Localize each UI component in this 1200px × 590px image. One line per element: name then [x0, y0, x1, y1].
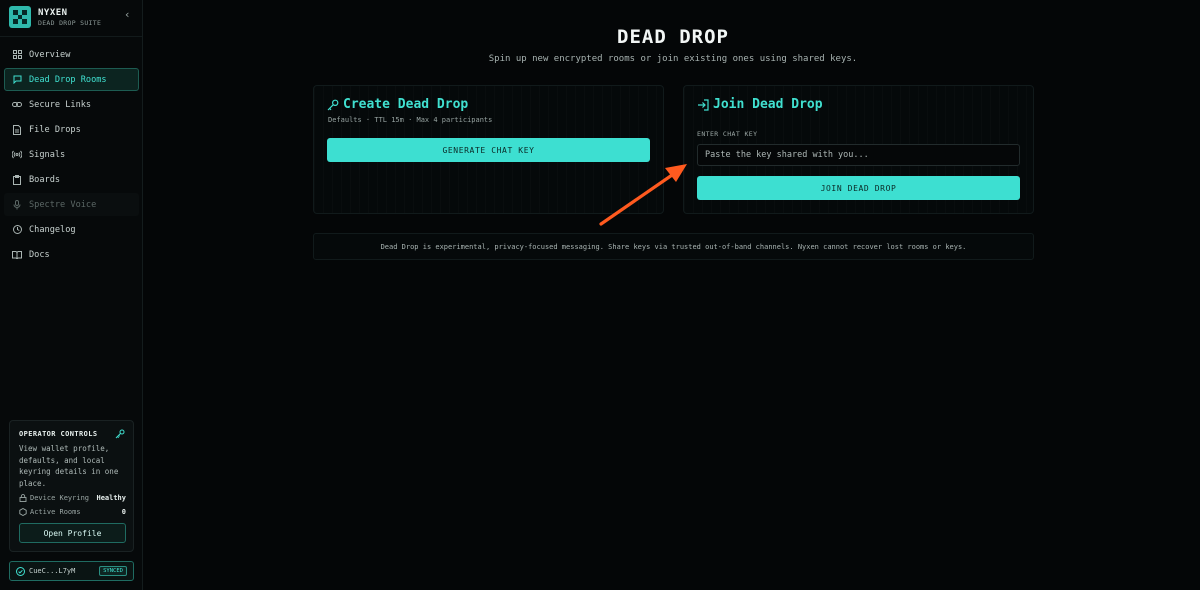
broadcast-icon — [12, 150, 22, 160]
sidebar-item-dead-drop-rooms[interactable]: Dead Drop Rooms — [4, 68, 139, 91]
lock-icon — [19, 494, 27, 502]
create-dead-drop-card: Create Dead Drop Defaults · TTL 15m · Ma… — [313, 85, 664, 214]
sidebar-item-label: File Drops — [29, 124, 81, 135]
file-icon — [12, 124, 22, 135]
chat-key-label: ENTER CHAT KEY — [697, 130, 758, 138]
active-rooms-row: Active Rooms 0 — [19, 508, 126, 516]
hexagon-icon — [19, 508, 27, 516]
join-dead-drop-card: Join Dead Drop ENTER CHAT KEY JOIN DEAD … — [683, 85, 1034, 214]
sidebar-item-file-drops[interactable]: File Drops — [4, 118, 139, 141]
device-keyring-row: Device Keyring Healthy — [19, 494, 126, 502]
wallet-address: CueC...L7yM — [29, 567, 76, 575]
sidebar-item-label: Dead Drop Rooms — [29, 74, 107, 85]
sidebar-item-label: Boards — [29, 174, 61, 185]
mic-icon — [12, 199, 22, 210]
sidebar-item-changelog[interactable]: Changelog — [4, 218, 139, 241]
join-card-header: Join Dead Drop — [697, 97, 823, 112]
clock-icon — [12, 225, 22, 235]
sidebar: NYXEN DEAD DROP SUITE ‹ Overview Dead Dr… — [0, 0, 143, 590]
page-subtitle: Spin up new encrypted rooms or join exis… — [488, 54, 858, 64]
sidebar-item-signals[interactable]: Signals — [4, 143, 139, 166]
join-dead-drop-button[interactable]: JOIN DEAD DROP — [697, 176, 1020, 200]
sidebar-item-label: Docs — [29, 249, 50, 260]
sync-status-badge: SYNCED — [99, 566, 127, 576]
key-icon[interactable] — [115, 429, 125, 442]
operator-controls-description: View wallet profile, defaults, and local… — [19, 444, 119, 488]
operator-controls-title: OPERATOR CONTROLS — [19, 430, 98, 438]
sign-in-icon — [697, 98, 709, 111]
collapse-sidebar-icon[interactable]: ‹ — [124, 8, 140, 21]
create-card-defaults: Defaults · TTL 15m · Max 4 participants — [328, 116, 493, 124]
check-circle-icon — [16, 566, 25, 576]
active-rooms-label: Active Rooms — [30, 508, 81, 516]
active-rooms-count: 0 — [121, 508, 126, 516]
operator-controls-card: OPERATOR CONTROLS View wallet profile, d… — [9, 420, 134, 552]
chat-icon — [12, 75, 22, 85]
sidebar-item-secure-links[interactable]: Secure Links — [4, 93, 139, 116]
link-icon — [12, 100, 22, 110]
sidebar-nav: Overview Dead Drop Rooms Secure Links Fi… — [4, 43, 139, 268]
brand-name: NYXEN — [38, 8, 68, 18]
sidebar-item-label: Secure Links — [29, 99, 92, 110]
device-keyring-status: Healthy — [96, 494, 126, 502]
create-card-header: Create Dead Drop — [327, 97, 468, 112]
key-icon — [327, 99, 339, 111]
sidebar-item-spectre-voice[interactable]: Spectre Voice — [4, 193, 139, 216]
sidebar-item-docs[interactable]: Docs — [4, 243, 139, 266]
chat-key-input[interactable] — [697, 144, 1020, 166]
sidebar-item-label: Signals — [29, 149, 66, 160]
clipboard-icon — [12, 174, 22, 185]
generate-chat-key-button[interactable]: GENERATE CHAT KEY — [327, 138, 650, 162]
book-icon — [12, 250, 22, 260]
device-keyring-label: Device Keyring — [30, 494, 90, 502]
join-card-title: Join Dead Drop — [713, 97, 823, 112]
sidebar-item-label: Spectre Voice — [29, 199, 97, 210]
wallet-badge[interactable]: CueC...L7yM SYNCED — [9, 561, 134, 581]
open-profile-button[interactable]: Open Profile — [19, 523, 126, 543]
page-title: DEAD DROP — [617, 26, 729, 48]
create-card-title: Create Dead Drop — [343, 97, 469, 112]
disclaimer-notice: Dead Drop is experimental, privacy-focus… — [313, 233, 1034, 260]
sidebar-item-boards[interactable]: Boards — [4, 168, 139, 191]
sidebar-item-label: Changelog — [29, 224, 76, 235]
brand-logo — [9, 6, 31, 28]
